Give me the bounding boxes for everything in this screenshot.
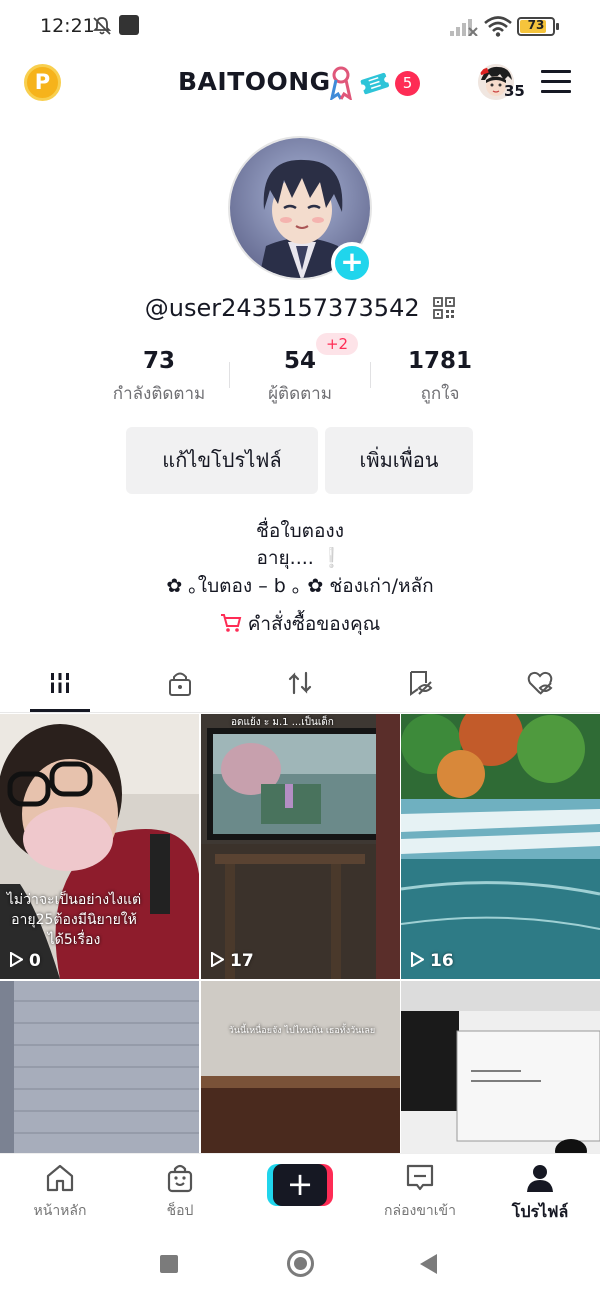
tab-reposts[interactable]	[240, 655, 360, 713]
tab-liked[interactable]	[480, 655, 600, 713]
tab-videos[interactable]	[0, 655, 120, 713]
stat-following[interactable]: 73 กำลังติดตาม	[79, 348, 239, 407]
inbox-icon	[406, 1164, 434, 1191]
stat-followers-count: 54	[283, 348, 316, 374]
play-icon	[211, 951, 225, 968]
signal-off-icon	[450, 19, 478, 36]
video-caption: วันนี้เหนื่อยจัง ไปไหนกัน เธอทั้งวันเลย	[228, 1026, 376, 1036]
tab-favorites[interactable]	[360, 655, 480, 713]
status-time: 12:21	[40, 15, 95, 37]
add-friend-button[interactable]: เพิ่มเพื่อน	[325, 427, 473, 494]
home-system-button[interactable]	[287, 1250, 314, 1277]
view-count: 17	[211, 951, 254, 971]
video-thumbnail-image	[0, 981, 199, 1154]
video-grid: ไม่ว่าจะเป็นอย่างไงแต่ อายุ25ต้องมีนิยาย…	[0, 714, 600, 1154]
video-thumbnail[interactable]: ไม่ว่าจะเป็นอย่างไงแต่ อายุ25ต้องมีนิยาย…	[0, 714, 199, 979]
qr-code-icon[interactable]	[433, 297, 456, 319]
followers-delta-badge: +2	[316, 333, 358, 355]
cart-icon	[220, 614, 241, 632]
repost-icon	[288, 671, 312, 695]
ticket-icon[interactable]	[359, 69, 391, 99]
orders-label: คำสั่งซื้อของคุณ	[247, 613, 381, 635]
mute-icon	[92, 17, 112, 35]
page-title: BAITOONG	[178, 67, 331, 96]
play-icon	[411, 951, 425, 968]
add-avatar-button[interactable]: +	[331, 242, 373, 284]
account-count: 35	[504, 82, 525, 100]
profile-tabs	[0, 655, 600, 713]
notification-badge[interactable]: 5	[395, 71, 420, 96]
videos-grid-icon	[49, 673, 71, 693]
edit-profile-button[interactable]: แก้ไขโปรไฟล์	[126, 427, 318, 494]
profile-handle: @user2435157373542	[144, 294, 420, 322]
video-thumbnail-image	[201, 714, 400, 979]
video-thumbnail[interactable]: 16	[401, 714, 600, 979]
bio-line: ชื่อใบตองง	[256, 520, 344, 542]
nav-profile-label: โปรไฟล์	[511, 1202, 569, 1221]
ribbon-icon[interactable]	[330, 66, 352, 100]
orders-link[interactable]: คำสั่งซื้อของคุณ	[0, 609, 600, 639]
battery-level: 73	[527, 18, 545, 32]
video-thumbnail-image	[401, 714, 600, 979]
stat-following-label: กำลังติดตาม	[112, 384, 206, 404]
video-thumbnail[interactable]: วันนี้เหนื่อยจัง ไปไหนกัน เธอทั้งวันเลย	[201, 981, 400, 1154]
play-icon	[10, 951, 24, 968]
back-button[interactable]	[420, 1254, 437, 1274]
stat-likes-label: ถูกใจ	[420, 384, 460, 404]
tab-private[interactable]	[120, 655, 240, 713]
stat-likes[interactable]: 1781 ถูกใจ	[360, 348, 520, 407]
nav-shop-label: ช็อป	[166, 1203, 194, 1219]
video-caption: ไม่ว่าจะเป็นอย่างไงแต่ อายุ25ต้องมีนิยาย…	[6, 892, 142, 948]
nav-shop[interactable]: ช็อป	[120, 1162, 240, 1222]
video-thumbnail[interactable]	[0, 981, 199, 1154]
shopping-bag-icon	[167, 1164, 193, 1193]
wifi-icon	[484, 16, 512, 37]
bookmark-hidden-icon	[410, 671, 433, 696]
nav-inbox[interactable]: กล่องขาเข้า	[360, 1162, 480, 1222]
recent-apps-button[interactable]	[160, 1255, 178, 1273]
view-count: 16	[411, 951, 454, 971]
video-thumbnail-image	[401, 981, 600, 1154]
status-bar: 12:21 73	[0, 0, 600, 52]
stat-likes-count: 1781	[407, 348, 472, 374]
profile-icon	[527, 1165, 553, 1192]
stat-following-count: 73	[142, 348, 175, 374]
nav-home-label: หน้าหลัก	[33, 1203, 87, 1219]
system-navigation-bar	[0, 1228, 600, 1300]
lock-icon	[169, 672, 191, 696]
home-icon	[46, 1164, 74, 1192]
video-thumbnail[interactable]: อดแย้ง ะ ม.1 ...เป็นเด็ก 17	[201, 714, 400, 979]
video-thumbnail-image	[201, 981, 400, 1154]
app-notification-icon	[119, 15, 139, 35]
battery-icon: 73	[517, 17, 559, 36]
menu-icon[interactable]	[541, 70, 573, 96]
bio-line: อายุ.... ❕	[256, 547, 344, 569]
coins-button[interactable]: P	[24, 64, 61, 101]
stat-followers-label: ผู้ติดตาม	[268, 384, 332, 404]
active-tab-indicator	[30, 709, 90, 712]
profile-handle-row: @user2435157373542	[0, 294, 600, 322]
create-button[interactable]: +	[267, 1164, 333, 1206]
stat-followers[interactable]: 54 ผู้ติดตาม	[220, 348, 380, 407]
nav-profile[interactable]: โปรไฟล์	[480, 1162, 600, 1225]
view-count: 0	[10, 951, 41, 971]
bottom-nav: หน้าหลัก ช็อป + กล่องขาเข้า โปรไฟล์	[0, 1153, 600, 1228]
heart-hidden-icon	[527, 671, 553, 695]
video-thumbnail[interactable]	[401, 981, 600, 1154]
nav-inbox-label: กล่องขาเข้า	[384, 1203, 456, 1219]
bio-line: ✿ ｡ใบตอง – b ｡ ✿ ช่องเก่า/หลัก	[166, 575, 434, 597]
plus-icon: +	[273, 1164, 327, 1206]
video-caption: อดแย้ง ะ ม.1 ...เป็นเด็ก	[231, 717, 334, 728]
nav-home[interactable]: หน้าหลัก	[0, 1162, 120, 1222]
